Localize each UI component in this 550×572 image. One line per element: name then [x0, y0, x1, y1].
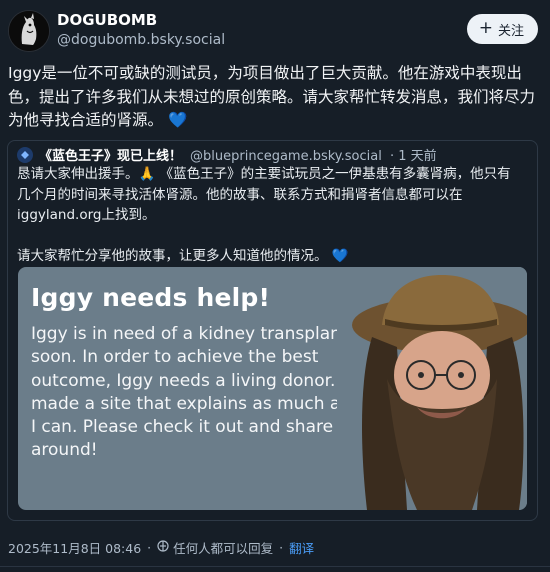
- embedded-image-card[interactable]: Iggy needs help! Iggy is in need of a ki…: [18, 267, 527, 510]
- follow-label: 关注: [497, 23, 524, 39]
- reply-setting-icon: [157, 540, 169, 555]
- reply-setting-label[interactable]: 任何人都可以回复: [173, 538, 273, 557]
- author-display-name[interactable]: DOGUBOMB: [57, 11, 225, 30]
- post-text: Iggy是一位不可或缺的测试员，为项目做出了巨大贡献。他在游戏中表现出色，提出了…: [8, 62, 536, 133]
- dog-avatar-icon: [9, 11, 49, 51]
- post-footer: 2025年11月8日 08:46 · 任何人都可以回复 · 翻译: [8, 538, 314, 557]
- post-body: Iggy是一位不可或缺的测试员，为项目做出了巨大贡献。他在游戏中表现出色，提出了…: [8, 64, 536, 129]
- quote-author-handle[interactable]: @blueprincegame.bsky.social: [190, 149, 382, 164]
- translate-link[interactable]: 翻译: [289, 538, 314, 557]
- quote-text: 恳请大家伸出援手。🙏 《蓝色王子》的主要试玩员之一伊基患有多囊肾病，他只有几个月…: [17, 164, 517, 266]
- author-names: DOGUBOMB @dogubomb.bsky.social: [57, 11, 225, 50]
- quote-paragraph-1: 恳请大家伸出援手。🙏 《蓝色王子》的主要试玩员之一伊基患有多囊肾病，他只有几个月…: [17, 166, 511, 223]
- quoted-post[interactable]: 《蓝色王子》现已上线！ @blueprincegame.bsky.social ·…: [7, 140, 538, 521]
- blue-heart-icon: 💙: [167, 111, 188, 129]
- card-body: Iggy is in need of a kidney transplant s…: [31, 324, 350, 461]
- blue-heart-icon: 💙: [331, 247, 349, 264]
- post-header: DOGUBOMB @dogubomb.bsky.social + 关注: [8, 8, 538, 52]
- quote-paragraph-2: 请大家帮忙分享他的故事，让更多人知道他的情况。 💙: [17, 246, 517, 267]
- separator-dot: ·: [147, 540, 152, 555]
- author-avatar[interactable]: [8, 10, 50, 52]
- separator-dot: ·: [279, 540, 284, 555]
- iggy-portrait-image: [337, 267, 527, 510]
- quote-author-name[interactable]: 《蓝色王子》现已上线！: [39, 149, 182, 164]
- quote-time: · 1 天前: [390, 149, 437, 164]
- quote-avatar-icon[interactable]: [17, 147, 33, 163]
- divider: [0, 566, 550, 567]
- post-timestamp[interactable]: 2025年11月8日 08:46: [8, 538, 141, 557]
- quote-paragraph-2-text: 请大家帮忙分享他的故事，让更多人知道他的情况。: [17, 247, 328, 264]
- plus-icon: +: [478, 18, 493, 38]
- card-title: Iggy needs help!: [31, 283, 271, 312]
- author-handle[interactable]: @dogubomb.bsky.social: [57, 31, 225, 50]
- follow-button[interactable]: + 关注: [466, 14, 538, 44]
